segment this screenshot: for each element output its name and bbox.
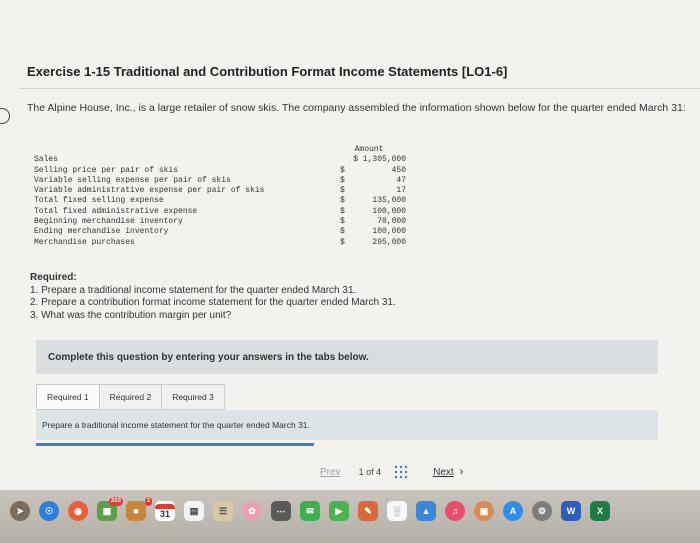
tab-required-1[interactable]: Required 1 — [36, 384, 99, 410]
row-amount: 450 — [391, 165, 406, 175]
settings-gear-icon[interactable]: ⚙ — [532, 501, 552, 521]
row-currency: $ — [340, 175, 345, 185]
row-currency: $ — [340, 237, 345, 247]
instruction-banner: Complete this question by entering your … — [36, 340, 658, 374]
calendar-icon[interactable]: 31 — [155, 501, 175, 521]
exercise-title: Exercise 1-15 Traditional and Contributi… — [27, 64, 508, 79]
required-item: 3. What was the contribution margin per … — [30, 309, 232, 321]
amount-header: Amount — [354, 145, 384, 154]
row-amount: $ 1,305,000 — [353, 155, 406, 165]
row-amount: 70,000 — [377, 217, 406, 227]
row-amount: 100,000 — [372, 206, 406, 216]
row-amount: 295,000 — [372, 237, 406, 247]
table-row: Total fixed selling expense $ 135,000 — [34, 196, 406, 206]
row-currency: $ — [340, 186, 345, 196]
margin-marker — [0, 108, 10, 124]
table-row: Selling price per pair of skis $ 450 — [34, 166, 406, 176]
row-currency: $ — [340, 165, 345, 175]
table-row: Sales $ 1,305,000 — [34, 155, 406, 165]
table-row: Variable administrative expense per pair… — [34, 186, 406, 196]
row-amount: 135,000 — [372, 196, 406, 206]
table-row: Total fixed administrative expense $ 100… — [34, 207, 406, 217]
row-label: Selling price per pair of skis — [34, 165, 179, 175]
table-row: Beginning merchandise inventory $ 70,000 — [34, 217, 406, 227]
dock-icons: ➤ ☉ ◉ ▦ 203 ■ 3 31 ▤ ☰ ✿ ⋯ ✉ ▶ ✎ ░ ▲ ♫ ▣ A… — [10, 497, 610, 521]
row-label: Variable selling expense per pair of ski… — [34, 175, 231, 185]
pages-icon[interactable]: ✎ — [358, 501, 378, 521]
row-currency: $ — [340, 196, 345, 206]
books-icon[interactable]: ▣ — [474, 501, 494, 521]
row-label: Sales — [34, 155, 59, 165]
row-currency: $ — [340, 227, 345, 237]
active-tab-indicator — [36, 443, 314, 446]
row-label: Variable administrative expense per pair… — [34, 186, 265, 196]
tab-panel: Prepare a traditional income statement f… — [36, 410, 658, 440]
row-label: Total fixed administrative expense — [34, 206, 198, 216]
reminders-icon[interactable]: ☰ — [213, 501, 233, 521]
chevron-right-icon[interactable]: › — [460, 466, 464, 478]
row-label: Ending merchandise inventory — [34, 227, 169, 237]
pager: Prev 1 of 4 Next › — [320, 462, 463, 482]
notes-icon[interactable]: ▤ — [184, 501, 204, 521]
tab-required-3[interactable]: Required 3 — [161, 384, 225, 410]
dock: ➤ ☉ ◉ ▦ 203 ■ 3 31 ▤ ☰ ✿ ⋯ ✉ ▶ ✎ ░ ▲ ♫ ▣ A… — [0, 490, 700, 543]
row-amount: 100,000 — [372, 227, 406, 237]
contacts-icon[interactable]: ■ 3 — [126, 497, 152, 521]
textbook-page: Exercise 1-15 Traditional and Contributi… — [0, 0, 700, 490]
table-header: Amount — [34, 145, 406, 155]
facetime-icon[interactable]: ▶ — [329, 501, 349, 521]
page-count: 1 of 4 — [358, 467, 382, 477]
table-row: Merchandise purchases $ 295,000 — [34, 238, 406, 248]
photos-icon[interactable]: ✿ — [242, 501, 262, 521]
launchpad-icon[interactable]: ➤ — [10, 501, 30, 521]
app-store-icon[interactable]: A — [503, 501, 523, 521]
photos-app-icon[interactable]: ▦ 203 — [97, 497, 123, 521]
row-amount: 17 — [396, 186, 406, 196]
tab-bar: Required 1 Required 2 Required 3 — [36, 384, 225, 410]
keynote-icon[interactable]: ▲ — [416, 501, 436, 521]
row-label: Total fixed selling expense — [34, 196, 164, 206]
numbers-icon[interactable]: ░ — [387, 501, 407, 521]
grid-icon[interactable] — [395, 466, 408, 478]
title-divider — [20, 88, 700, 89]
exercise-intro: The Alpine House, Inc., is a large retai… — [27, 102, 686, 114]
music-icon[interactable]: ♫ — [445, 501, 465, 521]
row-label: Merchandise purchases — [34, 237, 135, 247]
excel-icon[interactable]: X — [590, 501, 610, 521]
tab-instruction: Prepare a traditional income statement f… — [42, 420, 310, 430]
chrome-icon[interactable]: ◉ — [68, 501, 88, 521]
required-section: Required: 1. Prepare a traditional incom… — [30, 272, 670, 322]
data-table: Amount Sales $ 1,305,000 Selling price p… — [34, 145, 406, 248]
more-apps-icon[interactable]: ⋯ — [271, 501, 291, 521]
row-amount: 47 — [396, 175, 406, 185]
messages-icon[interactable]: ✉ — [300, 501, 320, 521]
calendar-badge: 3 — [144, 497, 152, 506]
table-row: Variable selling expense per pair of ski… — [34, 176, 406, 186]
tab-required-2[interactable]: Required 2 — [98, 384, 162, 410]
banner-text: Complete this question by entering your … — [48, 351, 369, 363]
calendar-day: 31 — [159, 508, 170, 519]
photos-badge: 203 — [108, 497, 123, 506]
word-icon[interactable]: W — [561, 501, 581, 521]
safari-icon[interactable]: ☉ — [39, 501, 59, 521]
row-currency: $ — [340, 217, 345, 227]
table-row: Ending merchandise inventory $ 100,000 — [34, 227, 406, 237]
row-currency: $ — [340, 206, 345, 216]
required-header: Required: — [30, 272, 77, 283]
required-item: 1. Prepare a traditional income statemen… — [30, 284, 357, 296]
next-button[interactable]: Next — [433, 467, 454, 478]
row-label: Beginning merchandise inventory — [34, 217, 183, 227]
required-item: 2. Prepare a contribution format income … — [30, 297, 396, 308]
prev-button[interactable]: Prev — [320, 467, 341, 478]
